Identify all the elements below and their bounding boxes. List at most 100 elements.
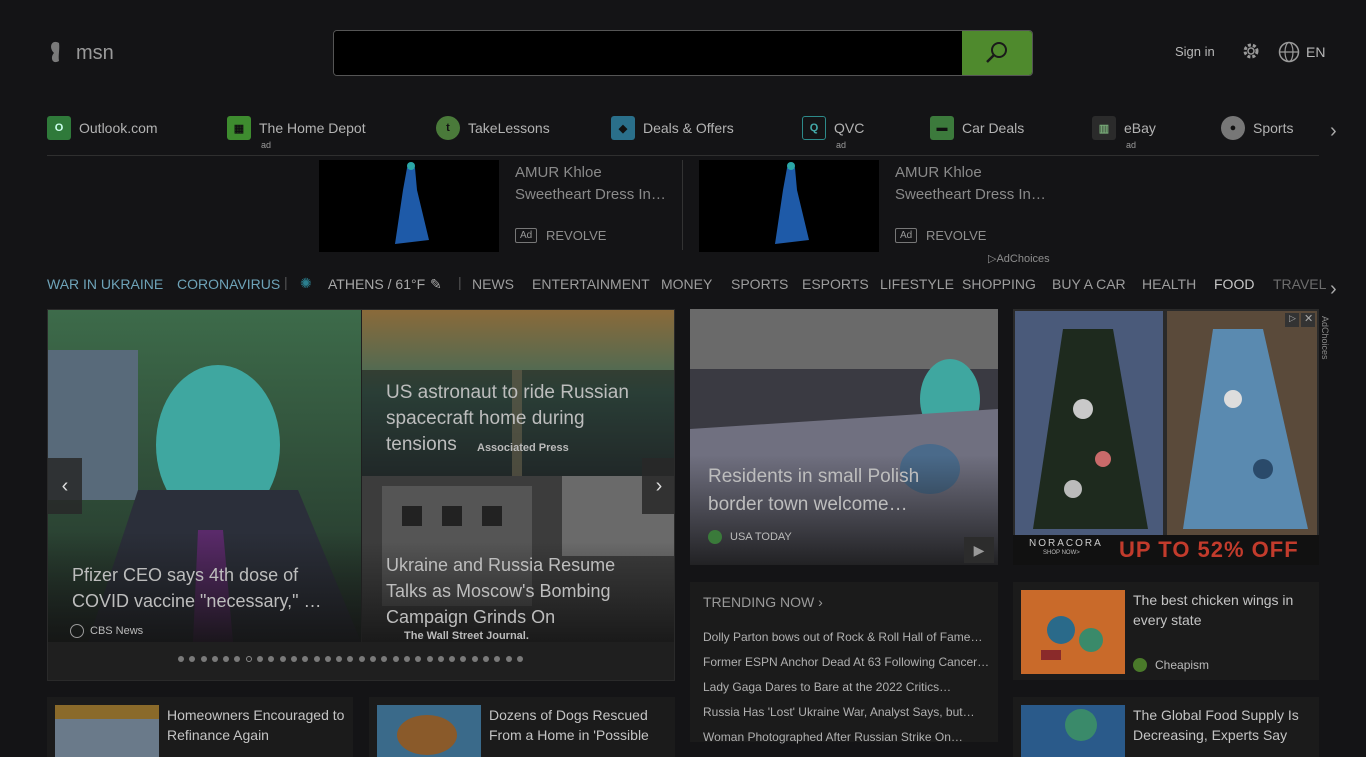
quick-link-outlook[interactable]: O Outlook.com [47,116,158,140]
story-card[interactable]: Homeowners Encouraged to Refinance Again [47,697,353,757]
nav-next-icon[interactable]: › [1330,278,1337,301]
right-ad-choices[interactable]: AdChoices [1320,316,1330,360]
quick-link-qvc[interactable]: Q QVC ad [802,116,864,150]
sign-in-link[interactable]: Sign in [1175,44,1215,59]
quick-link-home-depot[interactable]: ▦ The Home Depot ad [227,116,366,150]
ad-choices-link[interactable]: ▷AdChoices [988,252,1050,265]
quick-link-deals[interactable]: ◆ Deals & Offers [611,116,734,140]
carousel-dot[interactable] [347,656,354,662]
nav-item-food[interactable]: FOOD [1214,276,1254,292]
hero-story-bottom-right[interactable]: Ukraine and Russia Resume Talks as Mosco… [362,476,674,642]
right-ad-banner[interactable]: NORACORA SHOP NOW> UP TO 52% OFF ▷ ✕ [1013,309,1319,565]
carousel-dot[interactable] [381,656,388,662]
nav-item-news[interactable]: NEWS [472,276,514,292]
story-card[interactable]: The Global Food Supply Is Decreasing, Ex… [1013,697,1319,757]
carousel-next-button[interactable]: › [642,458,674,514]
carousel-dot[interactable] [313,656,320,662]
nav-item-shopping[interactable]: SHOPPING [962,276,1036,292]
trending-item[interactable]: Lady Gaga Dares to Bare at the 2022 Crit… [703,680,983,694]
carousel-dot[interactable] [279,656,286,662]
edit-icon[interactable]: ✎ [430,276,442,293]
carousel-dot[interactable] [392,656,399,662]
trending-now-panel: TRENDING NOW › Dolly Parton bows out of … [690,582,998,744]
carousel-dot[interactable] [290,656,297,662]
trending-item[interactable]: Russia Has 'Lost' Ukraine War, Analyst S… [703,705,983,719]
carousel-dot[interactable] [483,656,490,662]
story-card[interactable]: Dozens of Dogs Rescued From a Home in 'P… [369,697,675,757]
globe-icon[interactable] [1278,41,1300,63]
carousel-dot[interactable] [426,656,433,662]
carousel-dot[interactable] [437,656,444,662]
carousel-dot[interactable] [358,656,365,662]
carousel-dot[interactable] [189,656,196,662]
nav-item-war-in-ukraine[interactable]: WAR IN UKRAINE [47,276,163,292]
ad-info-icon[interactable]: ▷ [1289,313,1296,324]
carousel-dot[interactable] [257,656,264,662]
hero-story-top-right[interactable]: US astronaut to ride Russian spacecraft … [362,310,674,476]
quick-link-sports[interactable]: ● Sports [1221,116,1293,140]
weather-icon: ✺ [300,275,312,291]
carousel-dot[interactable] [460,656,467,662]
story-card[interactable]: The best chicken wings in every state Ch… [1013,582,1319,680]
carousel-dot[interactable] [336,656,343,662]
trending-item[interactable]: Former ESPN Anchor Dead At 63 Following … [703,655,989,669]
search-button[interactable] [962,31,1032,75]
quick-link-car-deals[interactable]: ▬ Car Deals [930,116,1024,140]
carousel-dot[interactable] [471,656,478,662]
nav-item-weather[interactable]: ATHENS / 61°F [328,276,425,292]
gear-icon[interactable] [1240,40,1262,62]
ad-label: ad [1126,140,1137,150]
carousel-dot[interactable] [370,656,377,662]
play-icon: ▶ [973,541,985,558]
carousel-dot[interactable] [223,656,230,662]
nav-item-money[interactable]: MONEY [661,276,712,292]
nav-item-travel[interactable]: TRAVEL [1273,276,1326,292]
ad-choices-label: AdChoices [996,253,1050,265]
search-input[interactable] [334,31,962,75]
carousel-dot[interactable] [211,656,218,662]
trending-item[interactable]: Woman Photographed After Russian Strike … [703,730,983,744]
quick-link-ebay[interactable]: ▥ eBay ad [1092,116,1156,150]
ad-card[interactable]: AMUR Khloe Sweetheart Dress In… Ad REVOL… [699,160,1059,252]
close-icon[interactable]: ✕ [1304,312,1313,325]
trending-item[interactable]: Dolly Parton bows out of Rock & Roll Hal… [703,630,983,644]
ad-source: REVOLVE [926,228,987,243]
carousel-dot[interactable] [403,656,410,662]
outlook-icon: O [47,116,71,140]
carousel-dot[interactable] [324,656,331,662]
carousel-dot[interactable] [178,656,184,662]
play-button[interactable]: ▶ [964,537,994,563]
carousel-dot[interactable] [268,656,275,662]
quick-links-next-icon[interactable]: › [1330,120,1337,143]
butterfly-icon [51,41,60,63]
nav-item-esports[interactable]: ESPORTS [802,276,869,292]
nav-item-health[interactable]: HEALTH [1142,276,1196,292]
trending-heading[interactable]: TRENDING NOW › [703,594,823,610]
nav-item-entertainment[interactable]: ENTERTAINMENT [532,276,650,292]
carousel-dot[interactable] [505,656,512,662]
carousel-dot[interactable] [245,656,252,662]
quick-link-label: TakeLessons [468,120,550,136]
ad-card[interactable]: AMUR Khloe Sweetheart Dress In… Ad REVOL… [319,160,679,252]
nav-item-lifestyle[interactable]: LIFESTYLE [880,276,954,292]
right-ad-shop-now[interactable]: SHOP NOW> [1043,550,1080,556]
carousel-dot[interactable] [302,656,309,662]
dress-figure-image [395,162,429,244]
msn-logo[interactable]: msn [48,38,128,68]
carousel-dot[interactable] [234,656,241,662]
quick-link-takelessons[interactable]: t TakeLessons [436,116,550,140]
carousel-dot[interactable] [200,656,207,662]
carousel-dot[interactable] [516,656,523,662]
middle-story[interactable]: Residents in small Polish border town we… [690,309,998,565]
nav-item-buy-a-car[interactable]: BUY A CAR [1052,276,1126,292]
language-selector[interactable]: EN [1306,44,1325,60]
carousel-dot[interactable] [494,656,501,662]
nav-item-coronavirus[interactable]: CORONAVIRUS [177,276,280,292]
carousel-dot[interactable] [415,656,422,662]
carousel-dot[interactable] [449,656,456,662]
search-bar [333,30,1033,76]
nav-item-sports[interactable]: SPORTS [731,276,788,292]
hero-bottom-right-source: The Wall Street Journal. [404,630,529,642]
carousel-prev-button[interactable]: ‹ [48,458,82,514]
hero-story-left[interactable]: Pfizer CEO says 4th dose of COVID vaccin… [48,310,361,642]
